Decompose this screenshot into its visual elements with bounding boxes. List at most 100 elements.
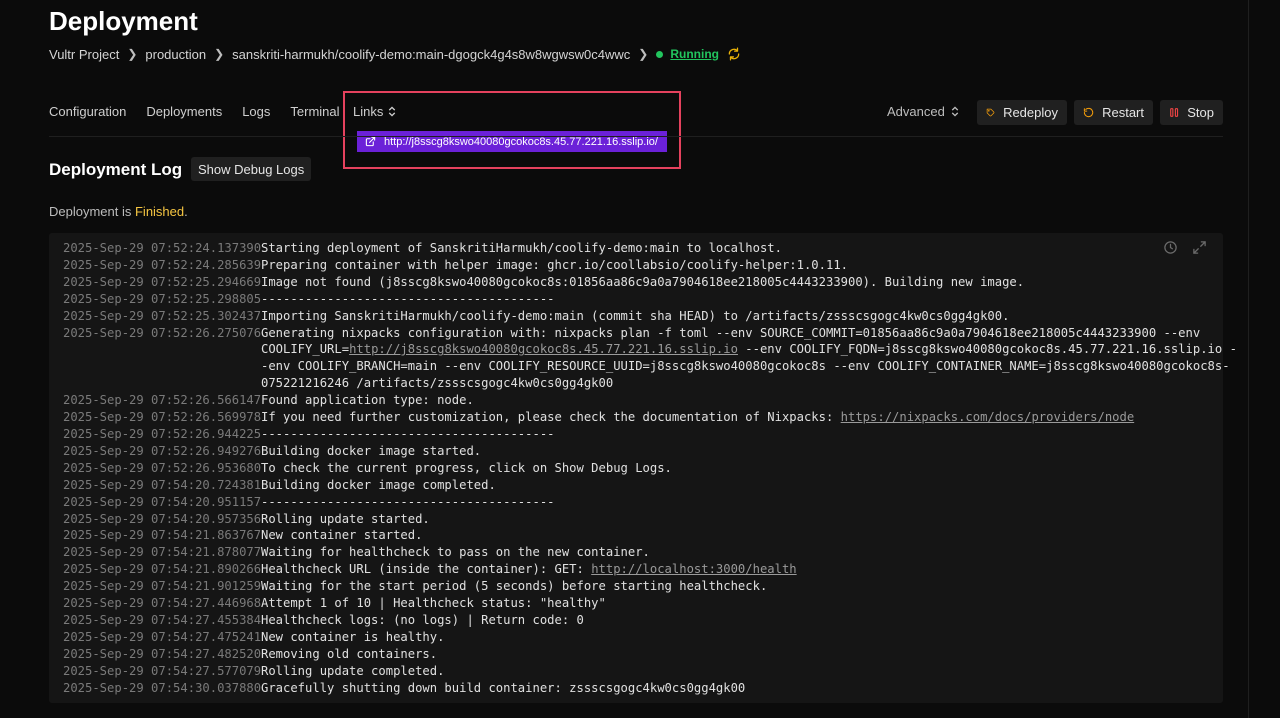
log-message: Healthcheck logs: (no logs) | Return cod… bbox=[261, 612, 584, 627]
log-text: Healthcheck URL (inside the container): … bbox=[261, 562, 592, 577]
log-message: Generating nixpacks configuration with: … bbox=[261, 325, 1201, 340]
advanced-dropdown[interactable]: Advanced bbox=[887, 104, 959, 119]
log-row: 2025-Sep-29 07:54:27.446968 Attempt 1 of … bbox=[63, 595, 1237, 612]
chevron-right-icon: ❯ bbox=[127, 47, 138, 61]
log-row: 2025-Sep-29 07:52:26.569978 If you need f… bbox=[63, 409, 1237, 426]
redeploy-button[interactable]: Redeploy bbox=[977, 100, 1067, 125]
log-timestamp: 2025-Sep-29 07:54:21.901259 bbox=[63, 579, 262, 594]
log-timestamp: 2025-Sep-29 07:52:24.137390 bbox=[63, 241, 262, 255]
restart-icon bbox=[1083, 107, 1094, 118]
log-message: Rolling update completed. bbox=[261, 663, 445, 678]
log-message: Attempt 1 of 10 | Healthcheck status: "h… bbox=[261, 596, 606, 611]
log-row-continued: COOLIFY_URL=http://j8sscg8kswo40080gcoko… bbox=[63, 341, 1237, 358]
log-panel[interactable]: 2025-Sep-29 07:52:24.137390 Starting depl… bbox=[49, 233, 1237, 703]
log-message: 075221216246 /artifacts/zssscsgogc4kw0cs… bbox=[261, 375, 613, 392]
breadcrumb-environment[interactable]: production bbox=[145, 47, 206, 62]
log-timestamp: 2025-Sep-29 07:52:26.566147 bbox=[63, 393, 262, 408]
log-timestamp: 2025-Sep-29 07:54:20.957356 bbox=[63, 511, 262, 526]
chevron-updown-icon bbox=[951, 106, 959, 117]
log-row-continued: 075221216246 /artifacts/zssscsgogc4kw0cs… bbox=[63, 375, 1237, 392]
status-dot bbox=[656, 50, 664, 58]
log-message: Building docker image completed. bbox=[261, 477, 496, 492]
log-row: 2025-Sep-29 07:54:27.455384 Healthcheck l… bbox=[63, 612, 1237, 629]
log-timestamp: 2025-Sep-29 07:52:24.285639 bbox=[63, 257, 262, 272]
tab-terminal[interactable]: Terminal bbox=[290, 104, 339, 119]
log-message: Preparing container with helper image: g… bbox=[261, 257, 848, 272]
log-timestamp: 2025-Sep-29 07:54:21.878077 bbox=[63, 545, 262, 560]
log-message: ---------------------------------------- bbox=[261, 291, 555, 306]
log-text: -env COOLIFY_BRANCH=main --env COOLIFY_R… bbox=[261, 359, 1230, 374]
log-timestamp: 2025-Sep-29 07:54:27.577079 bbox=[63, 663, 262, 678]
log-timestamp: 2025-Sep-29 07:54:21.863767 bbox=[63, 528, 262, 543]
tab-logs[interactable]: Logs bbox=[242, 104, 270, 119]
tab-configuration[interactable]: Configuration bbox=[49, 104, 126, 119]
log-message: Found application type: node. bbox=[261, 393, 474, 408]
clock-icon[interactable] bbox=[1163, 240, 1178, 260]
log-row: 2025-Sep-29 07:52:26.275076 Generating ni… bbox=[63, 325, 1237, 342]
log-message: -env COOLIFY_BRANCH=main --env COOLIFY_R… bbox=[261, 358, 1230, 375]
log-timestamp: 2025-Sep-29 07:52:26.275076 bbox=[63, 325, 262, 340]
status-suffix: . bbox=[184, 204, 188, 219]
breadcrumb-resource[interactable]: sanskriti-harmukh/coolify-demo:main-dgog… bbox=[232, 47, 630, 62]
log-row: 2025-Sep-29 07:52:26.566147 Found applica… bbox=[63, 392, 1237, 409]
chevron-right-icon: ❯ bbox=[214, 47, 225, 61]
log-row: 2025-Sep-29 07:52:24.137390 Starting depl… bbox=[63, 240, 1237, 257]
log-timestamp: 2025-Sep-29 07:54:30.037880 bbox=[63, 680, 262, 695]
log-row: 2025-Sep-29 07:52:26.944225 -------------… bbox=[63, 426, 1237, 443]
log-message: Image not found (j8sscg8kswo40080gcokoc8… bbox=[261, 274, 1025, 289]
restart-button[interactable]: Restart bbox=[1074, 100, 1153, 125]
log-text: COOLIFY_URL= bbox=[261, 342, 350, 357]
open-link-button[interactable]: http://j8sscg8kswo40080gcokoc8s.45.77.22… bbox=[357, 131, 667, 152]
log-timestamp: 2025-Sep-29 07:54:20.951157 bbox=[63, 494, 262, 509]
stop-button[interactable]: Stop bbox=[1160, 100, 1223, 125]
log-row: 2025-Sep-29 07:52:26.953680 To check the … bbox=[63, 460, 1237, 477]
log-row: 2025-Sep-29 07:54:27.577079 Rolling updat… bbox=[63, 663, 1237, 680]
deployment-status: Deployment is Finished. bbox=[49, 204, 188, 219]
log-message: If you need further customization, pleas… bbox=[261, 409, 1134, 426]
log-timestamp: 2025-Sep-29 07:52:25.298805 bbox=[63, 291, 262, 306]
log-row: 2025-Sep-29 07:52:26.949276 Building dock… bbox=[63, 443, 1237, 460]
log-timestamp: 2025-Sep-29 07:54:27.482520 bbox=[63, 646, 262, 661]
divider bbox=[49, 136, 1223, 137]
refresh-icon[interactable] bbox=[727, 47, 741, 61]
log-timestamp: 2025-Sep-29 07:52:26.949276 bbox=[63, 443, 262, 458]
log-message: Building docker image started. bbox=[261, 443, 482, 458]
log-timestamp: 2025-Sep-29 07:52:26.953680 bbox=[63, 460, 262, 475]
breadcrumb-project[interactable]: Vultr Project bbox=[49, 47, 119, 62]
log-message: New container started. bbox=[261, 528, 423, 543]
log-timestamp: 2025-Sep-29 07:54:27.475241 bbox=[63, 629, 262, 644]
show-debug-logs-button[interactable]: Show Debug Logs bbox=[191, 157, 312, 181]
log-message: COOLIFY_URL=http://j8sscg8kswo40080gcoko… bbox=[261, 341, 1237, 358]
log-row: 2025-Sep-29 07:52:25.302437 Importing San… bbox=[63, 308, 1237, 325]
log-link[interactable]: http://j8sscg8kswo40080gcokoc8s.45.77.22… bbox=[349, 342, 738, 356]
log-row: 2025-Sep-29 07:54:21.901259 Waiting for t… bbox=[63, 578, 1237, 595]
log-link[interactable]: http://localhost:3000/health bbox=[591, 562, 796, 576]
expand-icon[interactable] bbox=[1192, 240, 1207, 260]
log-row: 2025-Sep-29 07:54:20.957356 Rolling updat… bbox=[63, 511, 1237, 528]
external-link-icon bbox=[365, 136, 376, 147]
log-message: Removing old containers. bbox=[261, 646, 438, 661]
log-text: --env COOLIFY_FQDN=j8sscg8kswo40080gcoko… bbox=[737, 342, 1237, 357]
log-message: Healthcheck URL (inside the container): … bbox=[261, 561, 797, 578]
log-message: Gracefully shutting down build container… bbox=[261, 680, 746, 695]
log-row: 2025-Sep-29 07:54:20.724381 Building dock… bbox=[63, 477, 1237, 494]
status-badge[interactable]: Running bbox=[670, 47, 719, 61]
log-message: Importing SanskritiHarmukh/coolify-demo:… bbox=[261, 308, 1010, 323]
stop-icon bbox=[1170, 108, 1179, 117]
chevron-right-icon: ❯ bbox=[638, 47, 649, 61]
log-link[interactable]: https://nixpacks.com/docs/providers/node bbox=[841, 410, 1135, 424]
log-row: 2025-Sep-29 07:54:30.037880 Gracefully sh… bbox=[63, 680, 1237, 697]
log-row: 2025-Sep-29 07:54:21.878077 Waiting for h… bbox=[63, 544, 1237, 561]
log-timestamp: 2025-Sep-29 07:52:25.302437 bbox=[63, 308, 262, 323]
log-timestamp: 2025-Sep-29 07:52:26.944225 bbox=[63, 426, 262, 441]
stop-label: Stop bbox=[1187, 105, 1214, 120]
log-message: ---------------------------------------- bbox=[261, 494, 555, 509]
log-timestamp: 2025-Sep-29 07:52:26.569978 bbox=[63, 410, 262, 425]
log-row: 2025-Sep-29 07:54:27.482520 Removing old … bbox=[63, 646, 1237, 663]
log-timestamp-spacer bbox=[63, 375, 261, 392]
log-row: 2025-Sep-29 07:54:21.890266 Healthcheck U… bbox=[63, 561, 1237, 578]
log-row-continued: -env COOLIFY_BRANCH=main --env COOLIFY_R… bbox=[63, 358, 1237, 375]
log-row: 2025-Sep-29 07:54:20.951157 -------------… bbox=[63, 494, 1237, 511]
log-text: 075221216246 /artifacts/zssscsgogc4kw0cs… bbox=[261, 376, 614, 391]
tab-deployments[interactable]: Deployments bbox=[146, 104, 222, 119]
